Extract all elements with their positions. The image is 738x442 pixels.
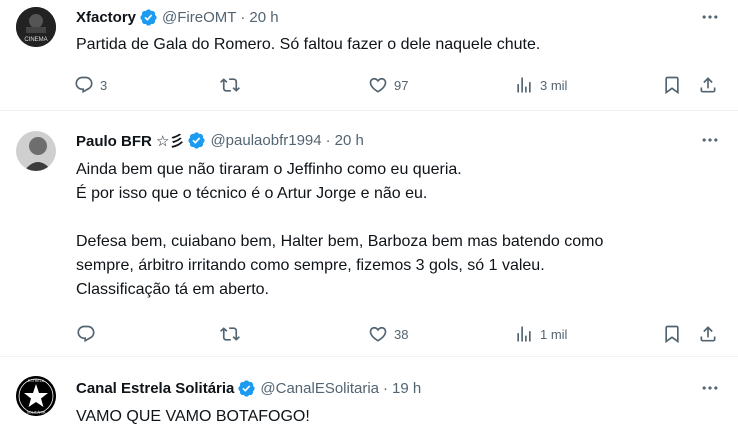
tweet-header: Canal Estrela Solitária @CanalESolitaria… [76,378,421,398]
views-button[interactable]: 3 mil [514,68,567,102]
display-name[interactable]: Xfactory [76,9,136,26]
like-button[interactable]: 38 [368,317,408,351]
action-bar: 38 1 mil [64,317,734,351]
tweet-text-line: sempre, árbitro irritando como sempre, f… [76,257,545,274]
verified-badge-icon [187,131,206,150]
retweet-button[interactable] [220,317,246,351]
separator-dot: · [383,379,389,397]
bookmark-icon [662,75,682,95]
display-name[interactable]: Paulo BFR ☆彡 [76,130,184,151]
tweet-text-line: VAMO QUE VAMO BOTAFOGO! [76,408,310,425]
more-options-button[interactable] [699,129,721,151]
reply-icon [74,75,94,95]
timestamp[interactable]: 19 h [392,380,421,397]
svg-text:CINEMA: CINEMA [24,37,47,43]
tweet-text: Partida de Gala do Romero. Só faltou faz… [76,34,716,56]
reply-button[interactable]: 3 [74,68,107,102]
more-icon [700,130,720,150]
avatar-image: ESTRELA SOLITÁRIA [16,376,56,416]
tweet-header: Xfactory @FireOMT · 20 h [76,7,279,27]
tweet-text-line [76,206,716,230]
user-handle[interactable]: @paulaobfr1994 [210,132,321,149]
timestamp[interactable]: 20 h [249,9,278,26]
views-count: 3 mil [540,77,568,93]
retweet-icon [220,324,240,344]
tweet-text: VAMO QUE VAMO BOTAFOGO! [76,406,716,428]
user-handle[interactable]: @FireOMT [162,9,236,26]
more-icon [700,7,720,27]
avatar-image [16,131,56,171]
retweet-icon [220,75,240,95]
verified-badge-icon [237,379,256,398]
share-button[interactable] [698,68,718,102]
more-options-button[interactable] [699,6,721,28]
avatar-image: CINEMA [16,7,56,47]
share-icon [698,324,718,344]
tweet-text-line: Ainda bem que não tiraram o Jeffinho com… [76,161,462,178]
tweet-text-line: Partida de Gala do Romero. Só faltou faz… [76,36,541,53]
share-button[interactable] [698,317,718,351]
reply-button[interactable] [76,317,102,351]
views-button[interactable]: 1 mil [514,317,567,351]
tweet-text-line: Classificação tá em aberto. [76,281,269,298]
action-bar: 3 97 3 mil [64,68,734,102]
user-handle[interactable]: @CanalESolitaria [260,380,379,397]
tweet-text-line: Defesa bem, cuiabano bem, Halter bem, Ba… [76,233,604,250]
views-icon [514,75,534,95]
tweet-text: Ainda bem que não tiraram o Jeffinho com… [76,158,716,302]
avatar-paulo[interactable] [16,131,56,171]
views-count: 1 mil [540,326,568,342]
tweet-1[interactable]: CINEMA Xfactory @FireOMT · 20 h Partida … [0,0,738,111]
separator-dot: · [240,8,246,26]
views-icon [514,324,534,344]
avatar-canal-estrela[interactable]: ESTRELA SOLITÁRIA [16,376,56,416]
tweet-header: Paulo BFR ☆彡 @paulaobfr1994 · 20 h [76,130,364,150]
more-icon [700,378,720,398]
bookmark-button[interactable] [662,317,682,351]
reply-icon [76,324,96,344]
timestamp[interactable]: 20 h [335,132,364,149]
tweet-2[interactable]: Paulo BFR ☆彡 @paulaobfr1994 · 20 h Ainda… [0,116,738,357]
like-button[interactable]: 97 [368,68,408,102]
like-icon [368,324,388,344]
tweet-3[interactable]: ESTRELA SOLITÁRIA Canal Estrela Solitári… [0,362,738,442]
reply-count: 3 [100,77,108,93]
svg-text:ESTRELA: ESTRELA [28,379,45,383]
bookmark-icon [662,324,682,344]
tweet-text-line: É por isso que o técnico é o Artur Jorge… [76,185,428,202]
separator-dot: · [325,131,331,149]
like-icon [368,75,388,95]
svg-text:SOLITÁRIA: SOLITÁRIA [27,411,46,415]
display-name[interactable]: Canal Estrela Solitária [76,380,234,397]
avatar-xfactory[interactable]: CINEMA [16,7,56,47]
like-count: 38 [394,326,409,342]
more-options-button[interactable] [699,377,721,399]
like-count: 97 [394,77,409,93]
verified-badge-icon [139,8,158,27]
retweet-button[interactable] [220,68,246,102]
bookmark-button[interactable] [662,68,682,102]
share-icon [698,75,718,95]
